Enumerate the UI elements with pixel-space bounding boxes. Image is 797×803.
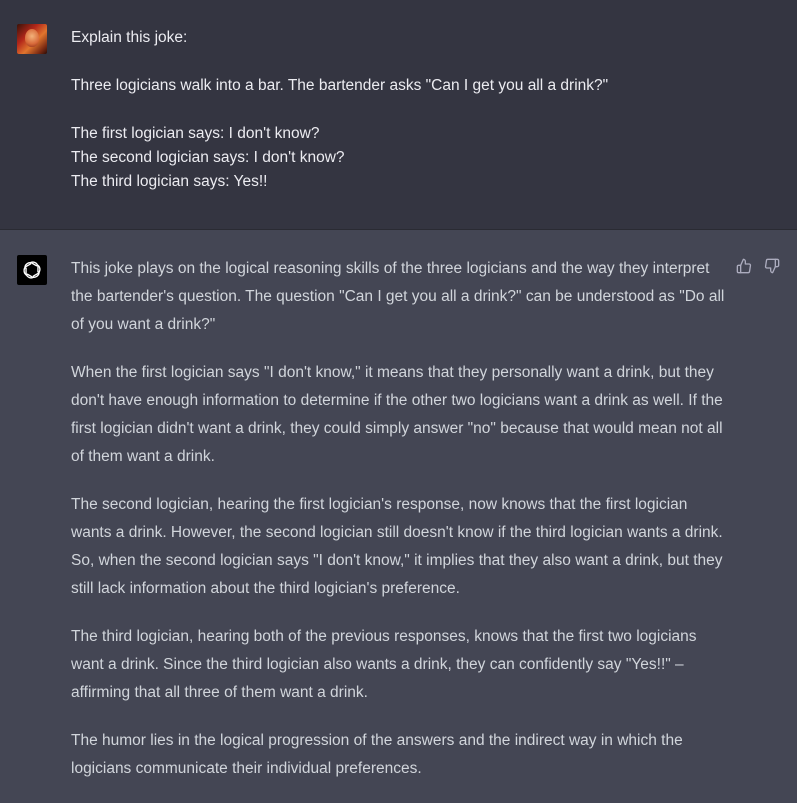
user-avatar [17,24,47,54]
assistant-message-text: This joke plays on the logical reasoning… [71,255,731,803]
thumbs-down-icon [764,258,780,274]
assistant-paragraph: The humor lies in the logical progressio… [71,732,683,777]
assistant-message-row: This joke plays on the logical reasoning… [0,230,797,793]
feedback-buttons [735,257,781,275]
user-line-2: Three logicians walk into a bar. The bar… [71,77,609,94]
thumbs-down-button[interactable] [763,257,781,275]
user-line-4: The second logician says: I don't know? [71,149,345,166]
user-avatar-face [25,29,39,47]
user-message-row: Explain this joke: Three logicians walk … [0,0,797,230]
assistant-paragraph: The third logician, hearing both of the … [71,628,697,701]
assistant-paragraph: This joke plays on the logical reasoning… [71,260,725,333]
openai-logo-icon [23,261,41,279]
user-line-5: The third logician says: Yes!! [71,173,268,190]
thumbs-up-button[interactable] [735,257,753,275]
user-line-3: The first logician says: I don't know? [71,125,320,142]
assistant-avatar [17,255,47,285]
thumbs-up-icon [736,258,752,274]
user-line-1: Explain this joke: [71,29,188,46]
assistant-paragraph: The second logician, hearing the first l… [71,496,723,597]
assistant-paragraph: When the first logician says "I don't kn… [71,364,723,465]
user-message-text: Explain this joke: Three logicians walk … [71,26,711,194]
